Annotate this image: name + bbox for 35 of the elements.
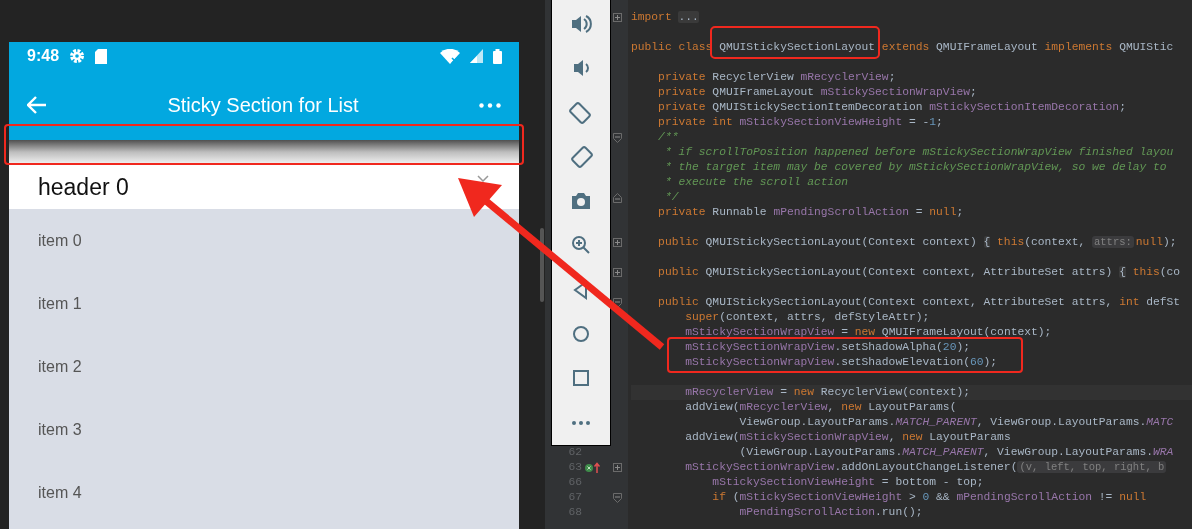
code-line: public QMUIStickySectionLayout(Context context) { this(context, attrs: null); bbox=[657, 235, 1177, 250]
code-line: public QMUIStickySectionLayout(Context context, AttributeSet attrs, int defSt bbox=[657, 295, 1181, 310]
code-line: addView(mStickySectionWrapView, new LayoutParams bbox=[684, 430, 1011, 445]
code-line: mStickySectionWrapView.addOnLayoutChangeListener( (v, left, top, right, b bbox=[684, 460, 1168, 475]
code-line: super(context, attrs, defStyleAttr); bbox=[684, 310, 930, 325]
code-line: if (mStickySectionViewHeight > 0 && mPendingScrollAction != null bbox=[711, 490, 1147, 505]
code-line: mRecyclerView = new RecyclerView(context); bbox=[684, 385, 970, 400]
code-line: private RecyclerView mRecyclerView; bbox=[657, 70, 896, 85]
code-line: mStickySectionViewHeight = bottom - top; bbox=[711, 475, 984, 490]
section-header[interactable]: header 0 bbox=[9, 165, 519, 209]
list-item[interactable]: item 1 bbox=[9, 272, 519, 335]
code-line: mStickySectionWrapView = new QMUIFrameLayout(context); bbox=[684, 325, 1052, 340]
code-line: mStickySectionWrapView.setShadowAlpha(20); bbox=[684, 340, 970, 355]
code-line: import ... bbox=[631, 10, 699, 25]
code-line: /** bbox=[657, 130, 679, 145]
code-line: mStickySectionWrapView.setShadowElevation(60); bbox=[684, 355, 998, 370]
code-line: addView(mRecyclerView, new LayoutParams( bbox=[684, 400, 957, 415]
code-line: public QMUIStickySectionLayout(Context context, AttributeSet attrs) { this(co bbox=[657, 265, 1181, 280]
list-item[interactable]: item 0 bbox=[9, 209, 519, 272]
code-line: private int mStickySectionViewHeight = -1; bbox=[657, 115, 943, 130]
code-line: */ bbox=[663, 190, 679, 205]
code-line: private QMUIFrameLayout mStickySectionWrapView; bbox=[657, 85, 977, 100]
code-line: private QMUIStickySectionItemDecoration mStickySectionItemDecoration; bbox=[657, 100, 1126, 115]
code-line: (ViewGroup.LayoutParams.MATCH_PARENT, ViewGroup.LayoutParams.WRA bbox=[738, 445, 1174, 460]
list-item[interactable]: item 3 bbox=[9, 398, 519, 461]
code-line: ViewGroup.LayoutParams.MATCH_PARENT, ViewGroup.LayoutParams.MATC bbox=[738, 415, 1174, 430]
code-line: * execute the scroll action bbox=[663, 175, 848, 190]
code-line: private Runnable mPendingScrollAction = null; bbox=[657, 205, 964, 220]
app-bar-title: Sticky Section for List bbox=[166, 93, 360, 117]
code-line: * the target item may be covered by mStickySectionWrapView, so we delay to bbox=[663, 160, 1167, 175]
code-line: * if scrollToPosition happened before mStickySectionWrapView finished layou bbox=[663, 145, 1174, 160]
list-item[interactable]: item 4 bbox=[9, 461, 519, 524]
status-time: 9:48 bbox=[27, 47, 60, 65]
list-item[interactable]: item 2 bbox=[9, 335, 519, 398]
code-line: mPendingScrollAction.run(); bbox=[738, 505, 923, 520]
